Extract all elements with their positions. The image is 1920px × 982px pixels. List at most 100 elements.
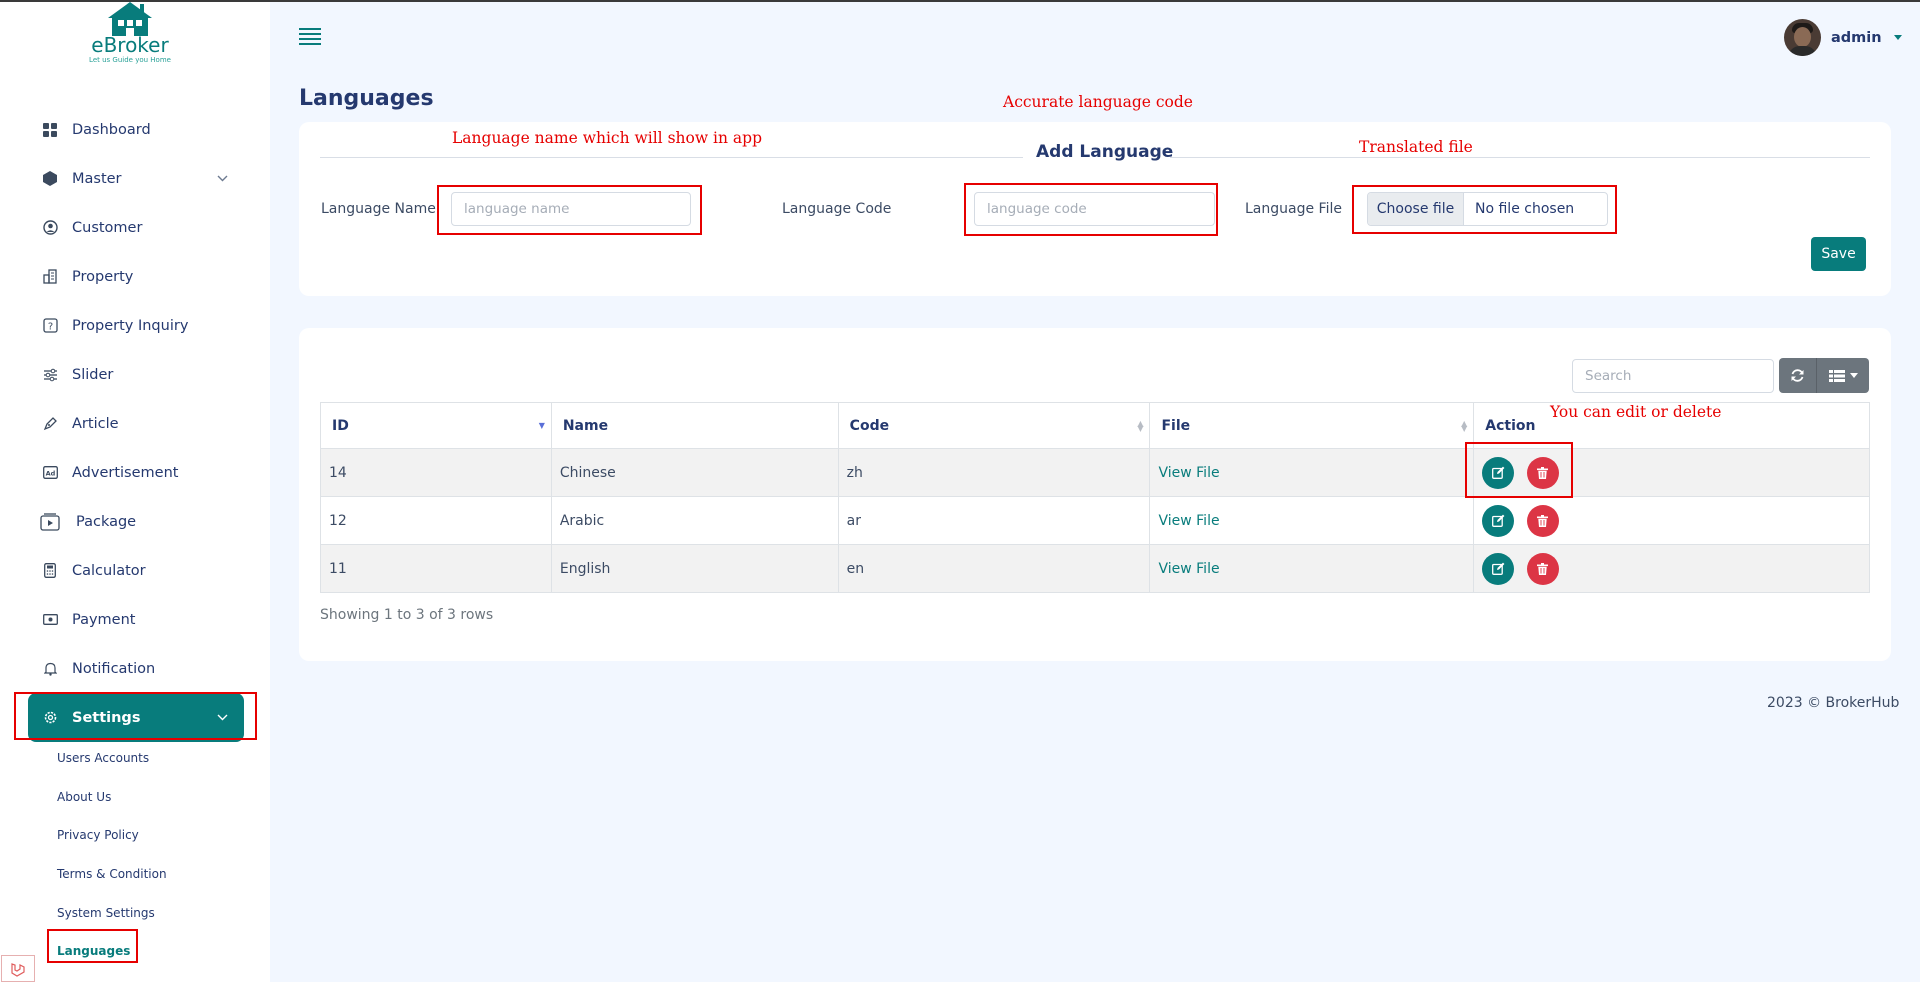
language-code-label: Language Code [782, 201, 892, 217]
edit-icon [1491, 466, 1505, 479]
view-file-link[interactable]: View File [1158, 561, 1219, 577]
grid-icon [42, 122, 58, 138]
languages-table: ID ▼ Name Code ▲ ▼ File ▲ ▼ Action 14 Chinese… [320, 402, 1870, 593]
column-header-code[interactable]: Code ▲ ▼ [837, 402, 1151, 449]
avatar [1784, 19, 1821, 56]
view-file-link[interactable]: View File [1158, 513, 1219, 529]
legend-divider-left [320, 157, 1023, 158]
submenu-system-settings[interactable]: System Settings [57, 893, 247, 932]
cell-code: zh [837, 448, 1151, 497]
sidebar-item-package[interactable]: Package [28, 497, 244, 546]
house-logo-icon [108, 2, 152, 36]
sidebar-item-label: Payment [72, 611, 136, 628]
sidebar-item-slider[interactable]: Slider [28, 350, 244, 399]
sidebar-item-label: Property [72, 268, 134, 285]
language-file-input[interactable]: Choose file No file chosen [1367, 192, 1608, 226]
edit-button[interactable] [1482, 456, 1515, 489]
sidebar-item-label: Advertisement [72, 464, 179, 481]
sidebar-item-customer[interactable]: Customer [28, 203, 244, 252]
question-square-icon: ? [42, 318, 58, 334]
trash-icon [1537, 562, 1549, 575]
sidebar-item-master[interactable]: Master [28, 154, 244, 203]
sliders-icon [42, 367, 58, 383]
hexagon-icon [42, 171, 58, 187]
delete-button[interactable] [1526, 456, 1559, 489]
user-menu[interactable]: admin [1784, 19, 1902, 56]
column-header-name: Name [550, 402, 839, 449]
columns-toggle-button[interactable] [1817, 358, 1869, 393]
language-name-input[interactable] [451, 192, 691, 226]
edit-icon [1491, 514, 1505, 527]
cell-name: English [550, 544, 839, 593]
pen-icon [42, 416, 58, 432]
sidebar-item-article[interactable]: Article [28, 399, 244, 448]
annotation-action: You can edit or delete [1550, 403, 1722, 421]
sidebar-menu: Dashboard Master Customer Property ? Pro… [28, 105, 244, 742]
sidebar-item-label: Dashboard [72, 121, 151, 138]
sidebar-item-settings[interactable]: Settings [28, 693, 244, 742]
language-code-input[interactable] [974, 192, 1215, 226]
sidebar-item-label: Master [72, 170, 122, 187]
gear-icon [42, 710, 58, 726]
building-icon [42, 269, 58, 285]
save-button[interactable]: Save [1811, 237, 1866, 271]
trash-icon [1537, 514, 1549, 527]
package-icon [40, 512, 62, 531]
sort-icon: ▲ ▼ [1137, 419, 1144, 433]
sidebar-item-notification[interactable]: Notification [28, 644, 244, 693]
pagination-summary: Showing 1 to 3 of 3 rows [320, 607, 494, 623]
choose-file-button[interactable]: Choose file [1368, 193, 1464, 225]
footer-copyright: 2023 © BrokerHub [1767, 695, 1900, 711]
cell-code: ar [837, 496, 1151, 545]
table-row: 11 English en View File [320, 544, 1870, 593]
cell-action [1473, 496, 1870, 545]
language-file-label: Language File [1245, 201, 1342, 217]
refresh-button[interactable] [1779, 358, 1817, 393]
annotation-file: Translated file [1359, 138, 1473, 156]
view-file-link[interactable]: View File [1158, 465, 1219, 481]
top-border [0, 0, 1920, 2]
sidebar-item-advertisement[interactable]: Ad Advertisement [28, 448, 244, 497]
sidebar-item-label: Settings [72, 709, 141, 726]
delete-button[interactable] [1526, 552, 1559, 585]
sidebar-item-label: Notification [72, 660, 156, 677]
menu-toggle-icon[interactable] [299, 28, 321, 46]
legend-divider-right [1170, 157, 1870, 158]
chevron-down-icon [217, 710, 228, 724]
app-logo[interactable]: eBroker Let us Guide you Home [75, 2, 185, 82]
submenu-about-us[interactable]: About Us [57, 778, 247, 817]
delete-button[interactable] [1526, 504, 1559, 537]
sidebar-item-label: Slider [72, 366, 114, 383]
table-row: 14 Chinese zh View File [320, 448, 1870, 497]
cell-id: 12 [320, 496, 552, 545]
sidebar-item-calculator[interactable]: Calculator [28, 546, 244, 595]
ad-icon: Ad [42, 465, 58, 481]
sidebar-item-payment[interactable]: Payment [28, 595, 244, 644]
sidebar-item-property-inquiry[interactable]: ? Property Inquiry [28, 301, 244, 350]
sort-icon: ▲ ▼ [1461, 419, 1468, 433]
sidebar-item-property[interactable]: Property [28, 252, 244, 301]
submenu-languages[interactable]: Languages [57, 932, 247, 971]
page-title: Languages [299, 86, 434, 111]
edit-button[interactable] [1482, 504, 1515, 537]
edit-button[interactable] [1482, 552, 1515, 585]
edit-icon [1491, 562, 1505, 575]
calculator-icon [42, 563, 58, 579]
sidebar: eBroker Let us Guide you Home Dashboard … [0, 2, 270, 982]
chevron-down-icon [217, 171, 228, 185]
sidebar-item-dashboard[interactable]: Dashboard [28, 105, 244, 154]
column-header-id[interactable]: ID ▼ [320, 402, 552, 449]
sidebar-item-label: Calculator [72, 562, 146, 579]
cell-file: View File [1149, 448, 1475, 497]
submenu-privacy-policy[interactable]: Privacy Policy [57, 816, 247, 855]
caret-down-icon [1893, 35, 1902, 40]
cell-id: 11 [320, 544, 552, 593]
submenu-terms-condition[interactable]: Terms & Condition [57, 855, 247, 894]
file-status: No file chosen [1475, 201, 1575, 217]
cell-file: View File [1149, 496, 1475, 545]
column-header-file[interactable]: File ▲ ▼ [1149, 402, 1475, 449]
search-input[interactable] [1572, 359, 1774, 393]
submenu-users-accounts[interactable]: Users Accounts [57, 739, 247, 778]
laravel-icon[interactable] [1, 955, 35, 982]
cell-name: Chinese [550, 448, 839, 497]
